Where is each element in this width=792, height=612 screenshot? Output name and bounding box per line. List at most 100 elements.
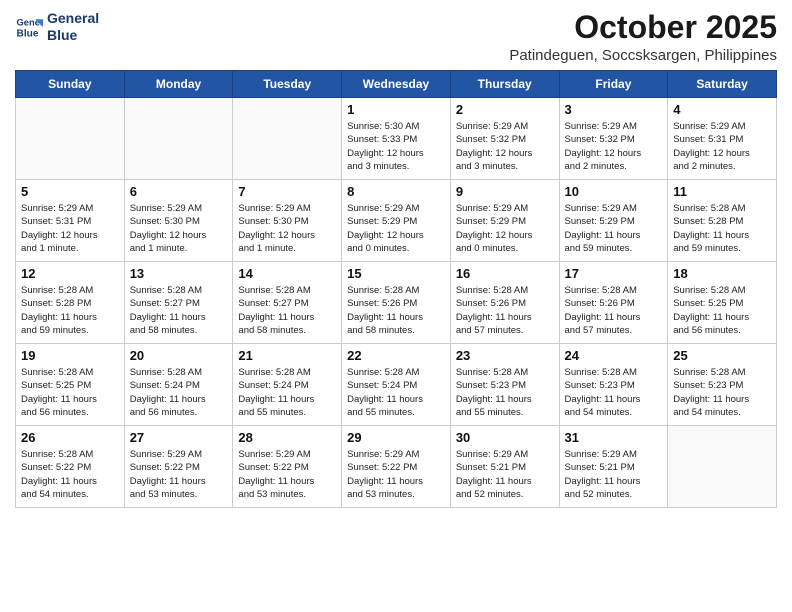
calendar-cell-7: 7 Sunrise: 5:29 AM Sunset: 5:30 PM Daylig… bbox=[233, 180, 342, 262]
cell-info-26: Sunrise: 5:28 AM Sunset: 5:22 PM Dayligh… bbox=[21, 448, 119, 501]
cell-info-8: Sunrise: 5:29 AM Sunset: 5:29 PM Dayligh… bbox=[347, 202, 445, 255]
calendar-cell-20: 20 Sunrise: 5:28 AM Sunset: 5:24 PM Dayli… bbox=[124, 344, 233, 426]
calendar-cell-31: 31 Sunrise: 5:29 AM Sunset: 5:21 PM Dayli… bbox=[559, 426, 668, 508]
cell-info-20: Sunrise: 5:28 AM Sunset: 5:24 PM Dayligh… bbox=[130, 366, 228, 419]
calendar-cell-11: 11 Sunrise: 5:28 AM Sunset: 5:28 PM Dayli… bbox=[668, 180, 777, 262]
cell-info-24: Sunrise: 5:28 AM Sunset: 5:23 PM Dayligh… bbox=[565, 366, 663, 419]
svg-text:Blue: Blue bbox=[17, 28, 39, 39]
cell-info-6: Sunrise: 5:29 AM Sunset: 5:30 PM Dayligh… bbox=[130, 202, 228, 255]
cell-date-1: 1 bbox=[347, 102, 445, 117]
cell-info-19: Sunrise: 5:28 AM Sunset: 5:25 PM Dayligh… bbox=[21, 366, 119, 419]
cell-info-31: Sunrise: 5:29 AM Sunset: 5:21 PM Dayligh… bbox=[565, 448, 663, 501]
cell-date-16: 16 bbox=[456, 266, 554, 281]
calendar-cell-empty bbox=[668, 426, 777, 508]
cell-date-7: 7 bbox=[238, 184, 336, 199]
header: General Blue General Blue October 2025 P… bbox=[15, 10, 777, 64]
calendar-cell-empty bbox=[233, 98, 342, 180]
cell-info-10: Sunrise: 5:29 AM Sunset: 5:29 PM Dayligh… bbox=[565, 202, 663, 255]
calendar-table: SundayMondayTuesdayWednesdayThursdayFrid… bbox=[15, 70, 777, 508]
calendar-cell-21: 21 Sunrise: 5:28 AM Sunset: 5:24 PM Dayli… bbox=[233, 344, 342, 426]
calendar-cell-5: 5 Sunrise: 5:29 AM Sunset: 5:31 PM Daylig… bbox=[16, 180, 125, 262]
cell-info-17: Sunrise: 5:28 AM Sunset: 5:26 PM Dayligh… bbox=[565, 284, 663, 337]
cell-date-6: 6 bbox=[130, 184, 228, 199]
cell-info-7: Sunrise: 5:29 AM Sunset: 5:30 PM Dayligh… bbox=[238, 202, 336, 255]
cell-info-21: Sunrise: 5:28 AM Sunset: 5:24 PM Dayligh… bbox=[238, 366, 336, 419]
calendar-cell-18: 18Sunrise: 5:28 AM Sunset: 5:25 PM Dayli… bbox=[668, 262, 777, 344]
calendar-cell-30: 30 Sunrise: 5:29 AM Sunset: 5:21 PM Dayli… bbox=[450, 426, 559, 508]
logo-text-line1: General bbox=[47, 10, 99, 27]
title-block: October 2025 Patindeguen, Soccsksargen, … bbox=[509, 10, 777, 64]
calendar-cell-27: 27Sunrise: 5:29 AM Sunset: 5:22 PM Dayli… bbox=[124, 426, 233, 508]
cell-date-21: 21 bbox=[238, 348, 336, 363]
cell-info-3: Sunrise: 5:29 AM Sunset: 5:32 PM Dayligh… bbox=[565, 120, 663, 173]
cell-info-13: Sunrise: 5:28 AM Sunset: 5:27 PM Dayligh… bbox=[130, 284, 228, 337]
week-row-4: 19 Sunrise: 5:28 AM Sunset: 5:25 PM Dayli… bbox=[16, 344, 777, 426]
calendar-cell-23: 23Sunrise: 5:28 AM Sunset: 5:23 PM Dayli… bbox=[450, 344, 559, 426]
calendar-cell-empty bbox=[124, 98, 233, 180]
cell-date-17: 17 bbox=[565, 266, 663, 281]
cell-date-31: 31 bbox=[565, 430, 663, 445]
cell-date-4: 4 bbox=[673, 102, 771, 117]
cell-date-30: 30 bbox=[456, 430, 554, 445]
logo-text-line2: Blue bbox=[47, 27, 99, 44]
day-header-tuesday: Tuesday bbox=[233, 71, 342, 98]
calendar-cell-3: 3 Sunrise: 5:29 AM Sunset: 5:32 PM Daylig… bbox=[559, 98, 668, 180]
week-row-5: 26Sunrise: 5:28 AM Sunset: 5:22 PM Dayli… bbox=[16, 426, 777, 508]
cell-info-9: Sunrise: 5:29 AM Sunset: 5:29 PM Dayligh… bbox=[456, 202, 554, 255]
calendar-cell-9: 9 Sunrise: 5:29 AM Sunset: 5:29 PM Daylig… bbox=[450, 180, 559, 262]
day-header-friday: Friday bbox=[559, 71, 668, 98]
calendar-cell-2: 2 Sunrise: 5:29 AM Sunset: 5:32 PM Daylig… bbox=[450, 98, 559, 180]
calendar-cell-26: 26Sunrise: 5:28 AM Sunset: 5:22 PM Dayli… bbox=[16, 426, 125, 508]
calendar-cell-4: 4Sunrise: 5:29 AM Sunset: 5:31 PM Daylig… bbox=[668, 98, 777, 180]
calendar-cell-12: 12 Sunrise: 5:28 AM Sunset: 5:28 PM Dayli… bbox=[16, 262, 125, 344]
cell-date-2: 2 bbox=[456, 102, 554, 117]
calendar-cell-15: 15 Sunrise: 5:28 AM Sunset: 5:26 PM Dayli… bbox=[342, 262, 451, 344]
cell-date-12: 12 bbox=[21, 266, 119, 281]
calendar-cell-24: 24 Sunrise: 5:28 AM Sunset: 5:23 PM Dayli… bbox=[559, 344, 668, 426]
cell-date-8: 8 bbox=[347, 184, 445, 199]
week-row-1: 1 Sunrise: 5:30 AM Sunset: 5:33 PM Daylig… bbox=[16, 98, 777, 180]
cell-info-5: Sunrise: 5:29 AM Sunset: 5:31 PM Dayligh… bbox=[21, 202, 119, 255]
cell-date-15: 15 bbox=[347, 266, 445, 281]
cell-date-25: 25 bbox=[673, 348, 771, 363]
day-header-thursday: Thursday bbox=[450, 71, 559, 98]
calendar-cell-14: 14Sunrise: 5:28 AM Sunset: 5:27 PM Dayli… bbox=[233, 262, 342, 344]
calendar-cell-16: 16 Sunrise: 5:28 AM Sunset: 5:26 PM Dayli… bbox=[450, 262, 559, 344]
day-header-wednesday: Wednesday bbox=[342, 71, 451, 98]
cell-info-12: Sunrise: 5:28 AM Sunset: 5:28 PM Dayligh… bbox=[21, 284, 119, 337]
cell-date-24: 24 bbox=[565, 348, 663, 363]
cell-date-11: 11 bbox=[673, 184, 771, 199]
cell-info-27: Sunrise: 5:29 AM Sunset: 5:22 PM Dayligh… bbox=[130, 448, 228, 501]
calendar-cell-25: 25 Sunrise: 5:28 AM Sunset: 5:23 PM Dayli… bbox=[668, 344, 777, 426]
cell-info-1: Sunrise: 5:30 AM Sunset: 5:33 PM Dayligh… bbox=[347, 120, 445, 173]
logo-icon: General Blue bbox=[15, 13, 43, 41]
cell-date-3: 3 bbox=[565, 102, 663, 117]
cell-info-2: Sunrise: 5:29 AM Sunset: 5:32 PM Dayligh… bbox=[456, 120, 554, 173]
cell-info-28: Sunrise: 5:29 AM Sunset: 5:22 PM Dayligh… bbox=[238, 448, 336, 501]
cell-date-29: 29 bbox=[347, 430, 445, 445]
calendar-cell-10: 10Sunrise: 5:29 AM Sunset: 5:29 PM Dayli… bbox=[559, 180, 668, 262]
cell-info-11: Sunrise: 5:28 AM Sunset: 5:28 PM Dayligh… bbox=[673, 202, 771, 255]
calendar-cell-empty bbox=[16, 98, 125, 180]
cell-info-25: Sunrise: 5:28 AM Sunset: 5:23 PM Dayligh… bbox=[673, 366, 771, 419]
cell-date-28: 28 bbox=[238, 430, 336, 445]
month-title: October 2025 bbox=[509, 10, 777, 45]
cell-info-15: Sunrise: 5:28 AM Sunset: 5:26 PM Dayligh… bbox=[347, 284, 445, 337]
location-title: Patindeguen, Soccsksargen, Philippines bbox=[509, 47, 777, 64]
calendar-cell-6: 6 Sunrise: 5:29 AM Sunset: 5:30 PM Daylig… bbox=[124, 180, 233, 262]
cell-info-16: Sunrise: 5:28 AM Sunset: 5:26 PM Dayligh… bbox=[456, 284, 554, 337]
day-header-sunday: Sunday bbox=[16, 71, 125, 98]
cell-date-20: 20 bbox=[130, 348, 228, 363]
cell-date-19: 19 bbox=[21, 348, 119, 363]
week-row-2: 5 Sunrise: 5:29 AM Sunset: 5:31 PM Daylig… bbox=[16, 180, 777, 262]
week-row-3: 12 Sunrise: 5:28 AM Sunset: 5:28 PM Dayli… bbox=[16, 262, 777, 344]
cell-info-23: Sunrise: 5:28 AM Sunset: 5:23 PM Dayligh… bbox=[456, 366, 554, 419]
cell-info-18: Sunrise: 5:28 AM Sunset: 5:25 PM Dayligh… bbox=[673, 284, 771, 337]
calendar-cell-22: 22Sunrise: 5:28 AM Sunset: 5:24 PM Dayli… bbox=[342, 344, 451, 426]
cell-info-14: Sunrise: 5:28 AM Sunset: 5:27 PM Dayligh… bbox=[238, 284, 336, 337]
cell-info-30: Sunrise: 5:29 AM Sunset: 5:21 PM Dayligh… bbox=[456, 448, 554, 501]
cell-date-9: 9 bbox=[456, 184, 554, 199]
cell-info-29: Sunrise: 5:29 AM Sunset: 5:22 PM Dayligh… bbox=[347, 448, 445, 501]
calendar-cell-13: 13Sunrise: 5:28 AM Sunset: 5:27 PM Dayli… bbox=[124, 262, 233, 344]
cell-date-5: 5 bbox=[21, 184, 119, 199]
